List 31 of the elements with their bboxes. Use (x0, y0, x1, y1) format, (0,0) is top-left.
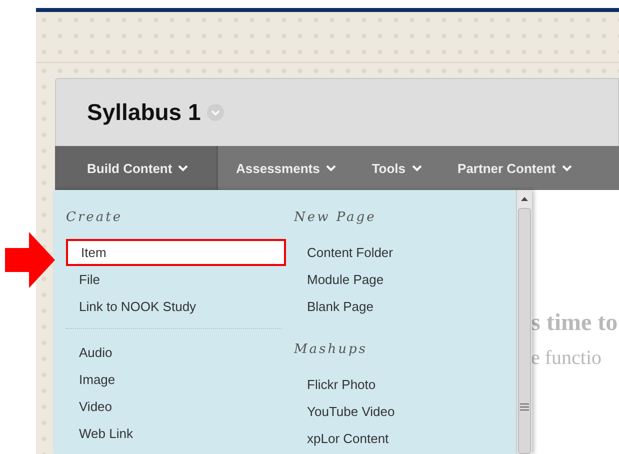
chevron-icon (562, 164, 572, 172)
section-heading: Create (66, 210, 124, 225)
menu-item[interactable]: Module Page (294, 266, 395, 293)
page-text: e functio (531, 347, 603, 370)
menu-item[interactable]: Item (66, 239, 286, 266)
menu-item[interactable]: YouTube Video (294, 398, 395, 425)
menu-item[interactable]: Video (66, 393, 282, 420)
menu-item[interactable]: Blank Page (294, 293, 395, 320)
arrow-icon (5, 232, 55, 288)
section-heading: New Page (294, 210, 378, 225)
nav-tab[interactable]: Assessments (218, 146, 354, 190)
nav-tab[interactable]: Partner Content (440, 146, 590, 190)
chevron-icon[interactable] (206, 104, 224, 121)
menu-item[interactable]: Link to NOOK Study (66, 293, 282, 320)
scrollbar[interactable] (516, 190, 532, 454)
menu-item[interactable]: xpLor Content (294, 425, 395, 452)
page-text: s time to (531, 310, 619, 337)
nav-tab[interactable]: Build Content (55, 146, 218, 190)
nav-tab[interactable]: Tools (354, 146, 440, 190)
menu-item[interactable]: Audio (66, 339, 282, 366)
menu-item[interactable]: File (66, 266, 282, 293)
page-title: Syllabus 1 (87, 99, 201, 126)
chevron-icon (178, 164, 188, 172)
chevron-icon (412, 164, 422, 172)
chevron-icon (326, 164, 336, 172)
menu-item[interactable]: Content Folder (294, 239, 395, 266)
grip-icon (520, 403, 529, 411)
menu-item[interactable]: Flickr Photo (294, 371, 395, 398)
menu-item[interactable]: Web Link (66, 420, 282, 447)
section-heading: Mashups (294, 342, 368, 357)
menu-item[interactable]: Image (66, 366, 282, 393)
